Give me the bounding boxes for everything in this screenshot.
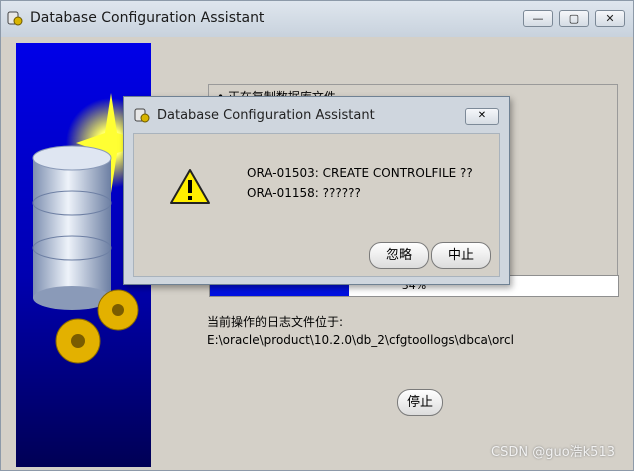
app-icon: [7, 11, 23, 26]
dialog-titlebar[interactable]: Database Configuration Assistant ✕: [124, 97, 509, 133]
warning-icon: [170, 169, 210, 204]
dialog-body: ORA-01503: CREATE CONTROLFILE ?? ORA-011…: [133, 133, 500, 277]
window-titlebar[interactable]: Database Configuration Assistant — ▢ ✕: [1, 1, 633, 38]
close-button[interactable]: ✕: [595, 10, 625, 27]
minimize-button[interactable]: —: [523, 10, 553, 27]
window-title: Database Configuration Assistant: [30, 10, 265, 26]
ignore-button[interactable]: 忽略: [369, 242, 429, 269]
maximize-button[interactable]: ▢: [559, 10, 589, 27]
stop-button[interactable]: 停止: [397, 389, 443, 416]
log-path: E:\oracle\product\10.2.0\db_2\cfgtoollog…: [207, 333, 514, 347]
dialog-close-button[interactable]: ✕: [465, 108, 499, 125]
error-dialog: Database Configuration Assistant ✕ ORA-0…: [123, 96, 510, 285]
log-heading: 当前操作的日志文件位于:: [207, 315, 344, 329]
watermark: CSDN @guo浩k513: [491, 445, 615, 460]
dialog-title: Database Configuration Assistant: [157, 108, 375, 123]
app-icon: [134, 108, 150, 123]
abort-button[interactable]: 中止: [431, 242, 491, 269]
error-message-2: ORA-01158: ??????: [247, 186, 361, 200]
error-message-1: ORA-01503: CREATE CONTROLFILE ??: [247, 166, 473, 180]
